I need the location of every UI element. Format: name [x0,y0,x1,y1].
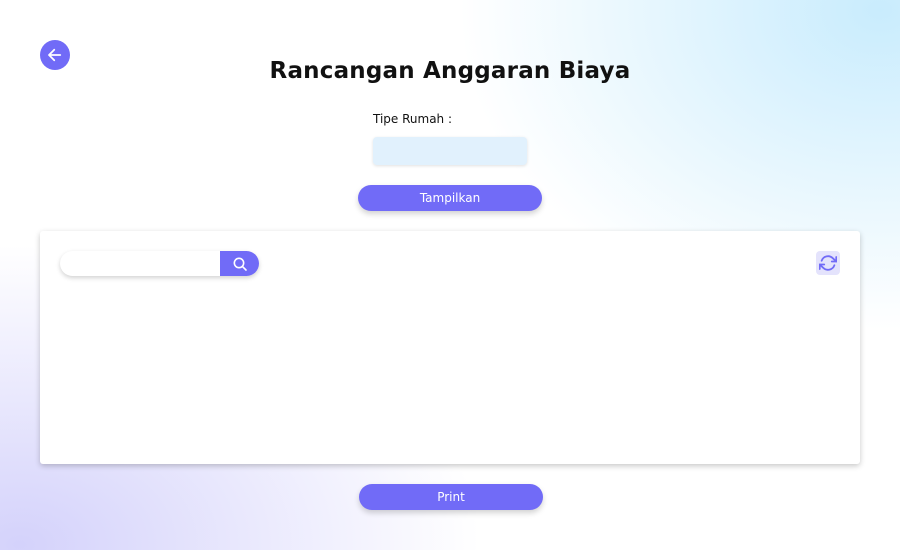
search-bar [60,251,259,276]
tampilkan-button[interactable]: Tampilkan [358,185,542,211]
tipe-rumah-label: Tipe Rumah : [373,112,453,126]
print-button[interactable]: Print [359,484,543,510]
tipe-rumah-input[interactable] [373,137,527,165]
refresh-icon [819,254,837,272]
page-title: Rancangan Anggaran Biaya [269,58,631,84]
search-button[interactable] [220,251,259,276]
results-panel [40,231,860,464]
refresh-button[interactable] [816,251,840,275]
search-input[interactable] [60,251,220,276]
search-icon [232,256,248,272]
data-table-area [60,291,840,448]
